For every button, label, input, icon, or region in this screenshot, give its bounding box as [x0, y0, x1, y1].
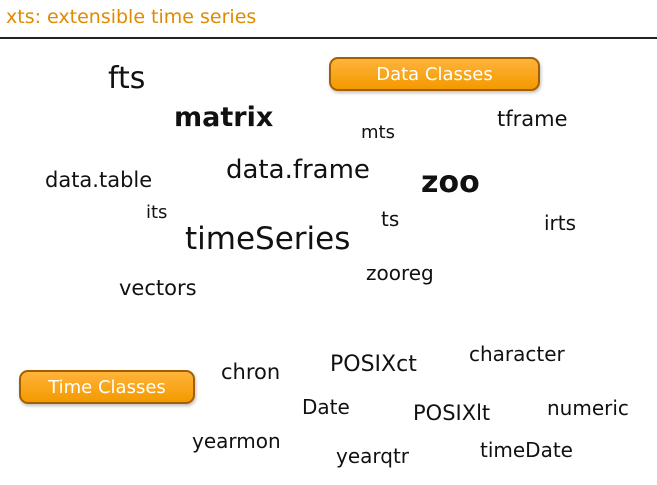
word-zoo: zoo — [421, 165, 480, 200]
word-yearqtr: yearqtr — [336, 444, 410, 468]
time-classes-badge: Time Classes — [19, 370, 195, 404]
slide-title: xts: extensible time series — [6, 6, 257, 28]
word-numeric: numeric — [547, 396, 629, 420]
word-mts: mts — [361, 122, 395, 143]
word-timeSeries: timeSeries — [185, 221, 351, 257]
word-chron: chron — [221, 360, 281, 384]
word-irts: irts — [544, 211, 577, 235]
word-matrix: matrix — [174, 102, 274, 133]
word-zooreg: zooreg — [366, 261, 434, 285]
word-tframe: tframe — [497, 107, 568, 131]
word-yearmon: yearmon — [192, 429, 281, 453]
word-POSIXct: POSIXct — [330, 352, 417, 377]
word-its: its — [146, 202, 168, 223]
word-ts: ts — [381, 207, 400, 231]
word-character: character — [469, 342, 565, 366]
word-data-table: data.table — [45, 168, 153, 192]
data-classes-badge: Data Classes — [329, 57, 540, 91]
word-fts: fts — [108, 61, 146, 96]
word-Date: Date — [302, 395, 350, 419]
word-timeDate: timeDate — [480, 438, 573, 462]
word-vectors: vectors — [119, 276, 197, 300]
title-divider — [0, 37, 657, 39]
word-data-frame: data.frame — [226, 155, 370, 185]
word-POSIXlt: POSIXlt — [413, 401, 491, 425]
